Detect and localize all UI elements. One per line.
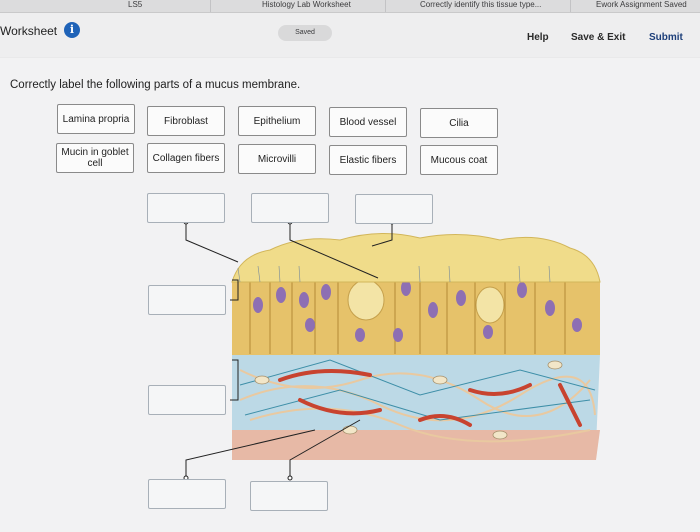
drop-target-6[interactable] (148, 479, 226, 509)
drop-target-4[interactable] (148, 285, 226, 315)
mucus-membrane-diagram (183, 219, 601, 481)
submucosa-band (232, 430, 600, 460)
epithelium-layer (232, 280, 600, 355)
drop-target-5[interactable] (148, 385, 226, 415)
drop-target-7[interactable] (250, 481, 328, 511)
mucous-coat (231, 233, 601, 283)
drop-target-1[interactable] (147, 193, 225, 223)
drop-target-2[interactable] (251, 193, 329, 223)
drop-target-3[interactable] (355, 194, 433, 224)
